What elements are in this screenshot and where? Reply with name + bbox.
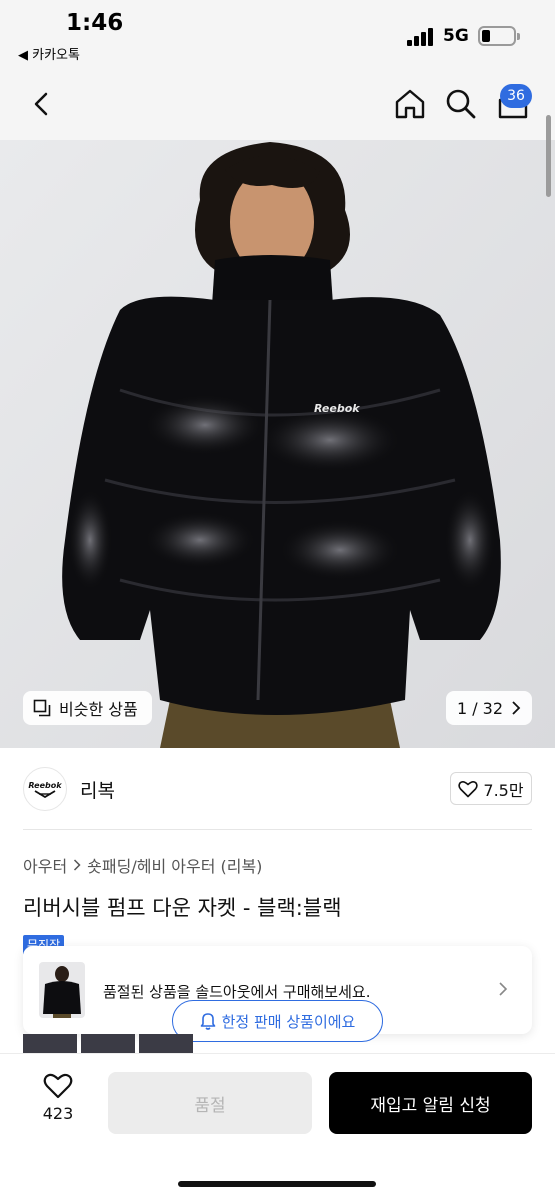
chevron-right-icon bbox=[499, 982, 508, 996]
product-detail-screen: 1:46 ◀ 카카오톡 5G 36 Reebok 비슷한 상품 1 / 32 R… bbox=[0, 0, 555, 1200]
brand-logo-wordmark: Reebok bbox=[28, 780, 62, 790]
brand-like-count: 7.5만 bbox=[483, 780, 524, 800]
soldout-thumbnail bbox=[39, 962, 85, 1018]
brand-name[interactable]: 리복 bbox=[80, 776, 115, 803]
copy-icon bbox=[33, 699, 51, 717]
similar-products-label: 비슷한 상품 bbox=[59, 700, 138, 719]
heart-icon bbox=[458, 780, 479, 797]
brand-like-button[interactable]: 7.5만 bbox=[450, 772, 532, 805]
image-counter: 1 / 32 bbox=[456, 698, 504, 718]
restock-alert-label: 재입고 알림 신청 bbox=[370, 1095, 491, 1116]
home-icon bbox=[395, 89, 425, 119]
status-bar: 1:46 ◀ 카카오톡 5G bbox=[0, 0, 555, 70]
network-type: 5G bbox=[443, 26, 469, 46]
limited-sale-toast: 한정 판매 상품이에요 bbox=[172, 1000, 383, 1042]
heart-icon bbox=[43, 1073, 73, 1099]
breadcrumb-chevron-icon bbox=[74, 859, 81, 871]
soldout-button-label: 품절 bbox=[194, 1095, 226, 1116]
breadcrumb: 아우터 숏패딩/헤비 아우터 (리복) bbox=[23, 853, 262, 877]
cart-count-badge: 36 bbox=[500, 84, 532, 108]
back-to-app-link[interactable]: ◀ 카카오톡 bbox=[18, 44, 80, 63]
soldout-button: 품절 bbox=[108, 1072, 312, 1134]
chevron-right-icon bbox=[512, 701, 521, 715]
image-counter-button[interactable]: 1 / 32 bbox=[446, 691, 532, 725]
similar-products-button[interactable]: 비슷한 상품 bbox=[23, 691, 152, 725]
restock-alert-button[interactable]: 재입고 알림 신청 bbox=[329, 1072, 532, 1134]
jacket-photo: Reebok bbox=[0, 140, 555, 748]
bell-icon bbox=[200, 1013, 215, 1030]
wishlist-count: 423 bbox=[42, 1104, 74, 1123]
search-icon bbox=[446, 89, 476, 119]
reebok-delta-icon bbox=[34, 789, 56, 798]
back-button[interactable] bbox=[24, 86, 60, 122]
chevron-left-icon bbox=[34, 92, 48, 116]
soldout-promo-text: 품절된 상품을 솔드아웃에서 구매해보세요. bbox=[103, 983, 371, 1001]
jacket-logo: Reebok bbox=[314, 402, 360, 415]
limited-sale-text: 한정 판매 상품이에요 bbox=[221, 1012, 356, 1031]
scrollbar[interactable] bbox=[546, 115, 551, 197]
product-title: 리버시블 펌프 다운 자켓 - 블랙:블랙 bbox=[23, 896, 342, 920]
brand-logo[interactable]: Reebok bbox=[23, 767, 67, 811]
divider bbox=[23, 829, 532, 830]
wishlist-button[interactable]: 423 bbox=[28, 1072, 88, 1134]
top-navigation bbox=[0, 70, 555, 140]
status-time: 1:46 bbox=[66, 10, 124, 36]
breadcrumb-level-2[interactable]: 숏패딩/헤비 아우터 (리복) bbox=[87, 853, 262, 877]
breadcrumb-level-1[interactable]: 아우터 bbox=[23, 853, 67, 877]
search-button[interactable] bbox=[443, 86, 479, 122]
home-indicator bbox=[178, 1181, 376, 1187]
product-image[interactable]: Reebok bbox=[0, 140, 555, 748]
home-button[interactable] bbox=[392, 86, 428, 122]
signal-icon bbox=[407, 28, 435, 46]
battery-icon bbox=[478, 26, 520, 46]
